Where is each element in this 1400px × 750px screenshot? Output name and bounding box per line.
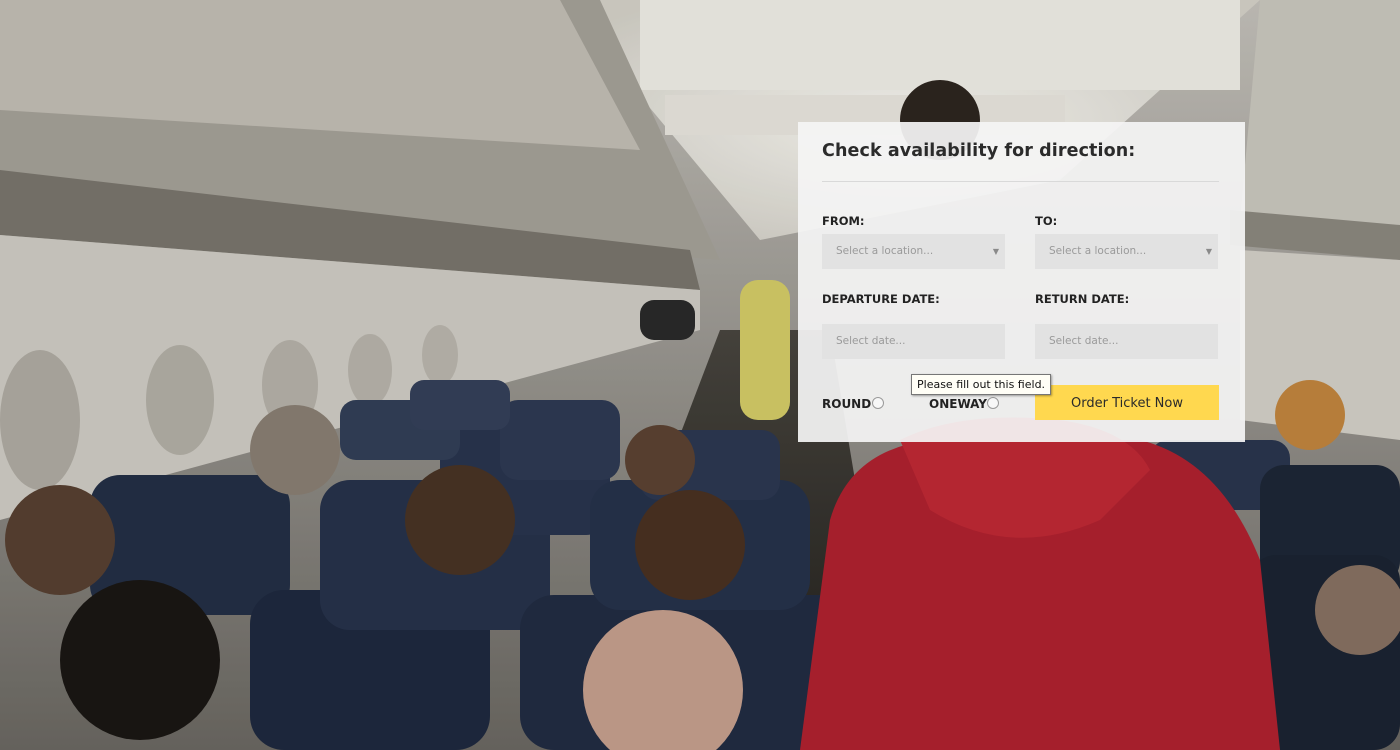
- to-select[interactable]: Select a location... ▼: [1035, 234, 1218, 269]
- oneway-trip-radio[interactable]: [987, 397, 999, 409]
- dropdown-caret-icon: ▼: [992, 247, 999, 256]
- departure-date-placeholder: Select date...: [836, 335, 906, 347]
- to-select-placeholder: Select a location...: [1049, 245, 1147, 257]
- to-label: TO:: [1035, 214, 1058, 228]
- departure-date-label: DEPARTURE DATE:: [822, 292, 940, 306]
- oneway-trip-label: ONEWAY: [929, 397, 987, 411]
- from-select-placeholder: Select a location...: [836, 245, 934, 257]
- return-date-label: RETURN DATE:: [1035, 292, 1130, 306]
- title-divider: [822, 181, 1219, 182]
- order-ticket-button[interactable]: Order Ticket Now: [1035, 385, 1219, 420]
- dropdown-caret-icon: ▼: [1205, 247, 1212, 256]
- departure-date-input[interactable]: Select date...: [822, 324, 1005, 359]
- return-date-input[interactable]: Select date...: [1035, 324, 1218, 359]
- return-date-placeholder: Select date...: [1049, 335, 1119, 347]
- validation-tooltip: Please fill out this field.: [911, 374, 1052, 395]
- round-trip-label: ROUND: [822, 397, 872, 411]
- round-trip-radio[interactable]: [872, 397, 884, 409]
- from-label: FROM:: [822, 214, 865, 228]
- form-title: Check availability for direction:: [822, 141, 1136, 161]
- from-select[interactable]: Select a location... ▼: [822, 234, 1005, 269]
